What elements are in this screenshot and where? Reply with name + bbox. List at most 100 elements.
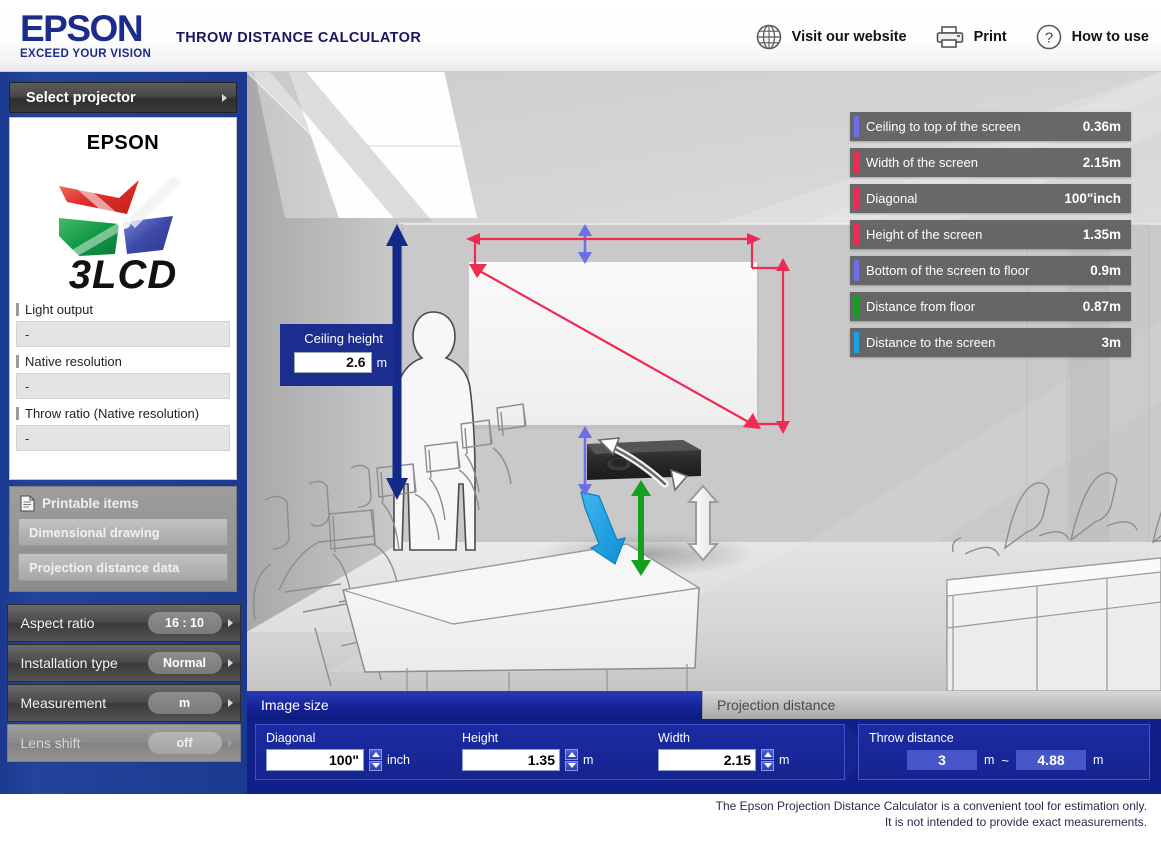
width-unit: m xyxy=(779,753,790,767)
diagonal-input[interactable]: 100" xyxy=(266,749,364,771)
3lcd-logo-graphic: 3LCD xyxy=(59,176,181,296)
tab-projection-distance-label: Projection distance xyxy=(717,697,836,713)
spec-light-output-value: - xyxy=(16,321,230,347)
chevron-right-icon xyxy=(227,659,233,667)
bullet-icon xyxy=(16,303,19,316)
disclaimer-text: The Epson Projection Distance Calculator… xyxy=(677,798,1147,830)
field-width: Width 2.15 m xyxy=(648,731,844,779)
color-indicator xyxy=(854,116,859,137)
range-separator: ~ xyxy=(1001,752,1010,768)
option-installation-type-label: Installation type xyxy=(20,655,118,671)
triangle-down-icon xyxy=(567,763,576,769)
page-title: THROW DISTANCE CALCULATOR xyxy=(176,30,422,46)
measurement-value: 2.15m xyxy=(1082,155,1121,170)
tab-projection-distance[interactable]: Projection distance xyxy=(702,691,1161,719)
how-to-use-label: How to use xyxy=(1071,29,1149,45)
ceiling-height-input[interactable]: 2.6 xyxy=(293,352,372,373)
globe-icon xyxy=(756,24,781,50)
spec-label: Light output xyxy=(16,297,230,321)
left-sidebar: Select projector EPSON 3LCD Light output… xyxy=(0,72,247,843)
svg-text:?: ? xyxy=(1044,30,1052,47)
diagonal-stepper[interactable] xyxy=(369,749,382,771)
color-indicator xyxy=(854,152,859,173)
ceiling-height-box: Ceiling height 2.6 m xyxy=(280,324,395,386)
option-aspect-ratio-value: 16 : 10 xyxy=(147,612,222,634)
measurement-value: 0.36m xyxy=(1082,119,1121,134)
print-button[interactable]: Print xyxy=(935,24,1007,50)
projection-distance-data-button[interactable]: Projection distance data xyxy=(18,553,228,581)
diagonal-stepper-up[interactable] xyxy=(369,749,382,760)
field-height: Height 1.35 m xyxy=(452,731,648,779)
throw-distance-min: 3 xyxy=(907,750,977,770)
option-aspect-ratio[interactable]: Aspect ratio 16 : 10 xyxy=(6,604,241,642)
visit-website-button[interactable]: Visit our website xyxy=(755,23,907,51)
image-size-panel: Diagonal 100" inch Height 1.35 m Width 2… xyxy=(255,724,845,780)
color-indicator xyxy=(854,260,859,281)
measurement-distance-from-floor: Distance from floor 0.87m xyxy=(850,292,1131,321)
measurement-value: 100"inch xyxy=(1064,191,1121,206)
ceiling-height-unit: m xyxy=(376,355,387,370)
triangle-down-icon xyxy=(371,763,380,769)
measurement-list: Ceiling to top of the screen 0.36m Width… xyxy=(850,112,1131,357)
disclaimer-line-1: The Epson Projection Distance Calculator… xyxy=(715,799,1147,813)
projector-info-panel: EPSON 3LCD Light output - Native resolut… xyxy=(9,117,237,480)
height-input[interactable]: 1.35 xyxy=(462,749,560,771)
measurement-label: Distance to the screen xyxy=(866,335,996,350)
chevron-right-icon xyxy=(227,619,233,627)
triangle-up-icon xyxy=(567,751,576,757)
how-to-use-button[interactable]: ? How to use xyxy=(1035,23,1149,51)
option-measurement-value: m xyxy=(147,692,222,714)
bottom-control-panel: Image size Projection distance Diagonal … xyxy=(247,691,1161,794)
color-indicator xyxy=(854,296,859,317)
width-stepper-up[interactable] xyxy=(761,749,774,760)
select-projector-label: Select projector xyxy=(26,89,136,106)
measurement-label: Height of the screen xyxy=(866,227,983,242)
width-stepper-down[interactable] xyxy=(761,760,774,771)
printable-items-panel: Printable items Dimensional drawing Proj… xyxy=(9,486,237,592)
spec-native-resolution: Native resolution - xyxy=(10,349,236,399)
throw-distance-values: 3 m ~ 4.88 m xyxy=(859,750,1149,770)
option-lens-shift[interactable]: Lens shift off xyxy=(6,724,241,762)
spec-throw-ratio-value: - xyxy=(16,425,230,451)
ceiling-height-input-row: 2.6 m xyxy=(280,352,387,373)
measurement-label: Diagonal xyxy=(866,191,918,206)
measurement-label: Width of the screen xyxy=(866,155,978,170)
measurement-value: 0.87m xyxy=(1082,299,1121,314)
field-height-label: Height xyxy=(462,731,499,745)
option-lens-shift-value: off xyxy=(147,732,222,754)
ceiling-height-label: Ceiling height xyxy=(304,331,383,346)
diagonal-unit: inch xyxy=(387,753,410,767)
question-circle-icon: ? xyxy=(1036,24,1061,50)
spec-native-resolution-label: Native resolution xyxy=(25,354,122,369)
chevron-right-icon xyxy=(222,93,227,102)
visit-website-label: Visit our website xyxy=(791,29,907,45)
option-installation-type[interactable]: Installation type Normal xyxy=(6,644,241,682)
measurement-distance-to-screen: Distance to the screen 3m xyxy=(850,328,1131,357)
image-size-fields: Diagonal 100" inch Height 1.35 m Width 2… xyxy=(256,725,844,779)
epson-logo: EPSON EXCEED YOUR VISION xyxy=(20,9,160,63)
height-stepper-up[interactable] xyxy=(565,749,578,760)
chevron-right-icon xyxy=(227,699,233,707)
select-projector-button[interactable]: Select projector xyxy=(9,82,237,113)
height-stepper-down[interactable] xyxy=(565,760,578,771)
height-stepper[interactable] xyxy=(565,749,578,771)
measurement-diagonal: Diagonal 100"inch xyxy=(850,184,1131,213)
diagonal-stepper-down[interactable] xyxy=(369,760,382,771)
measurement-bottom-to-floor: Bottom of the screen to floor 0.9m xyxy=(850,256,1131,285)
triangle-down-icon xyxy=(763,763,772,769)
dimensional-drawing-button[interactable]: Dimensional drawing xyxy=(18,518,228,546)
3lcd-logo: 3LCD xyxy=(10,157,236,297)
option-measurement-label: Measurement xyxy=(20,695,107,711)
width-input[interactable]: 2.15 xyxy=(658,749,756,771)
field-height-row: 1.35 m xyxy=(462,749,648,771)
measurement-value: 0.9m xyxy=(1090,263,1121,278)
width-stepper[interactable] xyxy=(761,749,774,771)
spec-throw-ratio: Throw ratio (Native resolution) - xyxy=(10,401,236,451)
measurement-value: 1.35m xyxy=(1082,227,1121,242)
option-measurement[interactable]: Measurement m xyxy=(6,684,241,722)
tab-image-size[interactable]: Image size xyxy=(247,691,702,719)
epson-wordmark: EPSON xyxy=(20,8,144,49)
printable-items-title: Printable items xyxy=(18,493,228,518)
document-icon xyxy=(20,495,35,512)
